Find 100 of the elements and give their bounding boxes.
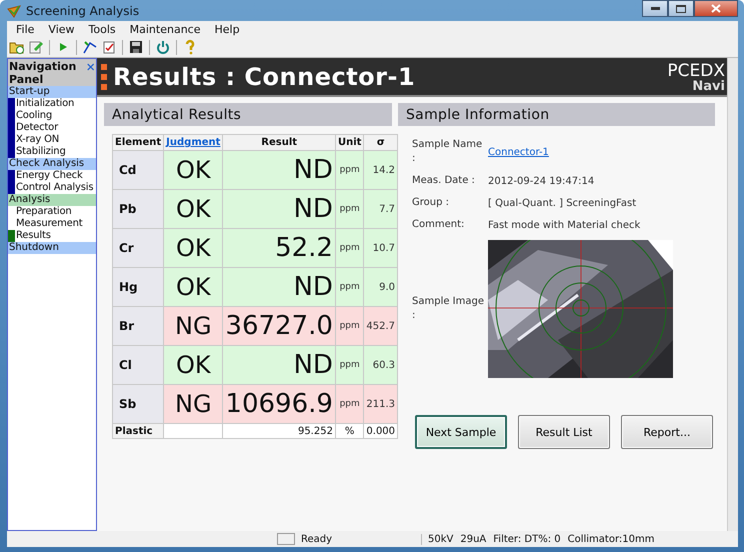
close-icon (711, 4, 721, 13)
nav-item[interactable]: Measurement (8, 218, 96, 230)
nav-item[interactable]: Initialization (8, 98, 96, 110)
table-cell: 452.7 (364, 306, 398, 346)
status-text: 50kV (428, 534, 454, 544)
close-button[interactable] (694, 0, 738, 17)
table-cell: 211.3 (364, 384, 398, 424)
table-cell: Pb (112, 190, 164, 228)
table-cell: 52.2 (222, 228, 336, 268)
nav-group[interactable]: Shutdown (8, 242, 96, 254)
menu-item[interactable]: Maintenance (122, 22, 208, 36)
save-icon[interactable] (128, 39, 144, 55)
status-text: Filter: DT%: 0 (493, 534, 561, 544)
table-cell: 10.7 (364, 228, 398, 268)
section-heading: Analytical Results (104, 103, 392, 126)
menu-item[interactable]: Tools (82, 22, 123, 36)
nav-item[interactable]: Control Analysis (8, 182, 96, 194)
table-cell: OK (164, 268, 223, 306)
edit-icon[interactable] (28, 39, 44, 55)
column-header: Element (112, 134, 164, 150)
table-cell: ND (222, 190, 336, 228)
table-cell: 0.000 (364, 424, 398, 438)
table-cell: % (335, 424, 364, 438)
graph-icon[interactable] (82, 39, 98, 55)
table-cell: 60.3 (364, 346, 398, 384)
table-cell: Cd (112, 150, 164, 190)
table-cell: Br (112, 306, 164, 346)
table-cell: OK (164, 150, 223, 190)
minimize-button[interactable] (642, 0, 668, 17)
menu-item[interactable]: Help (207, 22, 247, 36)
minimize-icon (650, 7, 660, 10)
table-cell: OK (164, 228, 223, 268)
table-cell: NG (164, 384, 223, 424)
table-cell: ppm (335, 384, 364, 424)
field-label: Comment: (412, 218, 466, 232)
table-cell: ppm (335, 190, 364, 228)
table-cell: 9.0 (364, 268, 398, 306)
field-value: 2012-09-24 19:47:14 (488, 176, 596, 186)
nav-item[interactable]: X-ray ON (8, 134, 96, 146)
nav-item[interactable]: Stabilizing (8, 146, 96, 158)
field-label: Meas. Date : (412, 174, 476, 188)
maximize-button[interactable] (668, 0, 694, 17)
table-cell: Sb (112, 384, 164, 424)
nav-group[interactable]: Analysis (8, 194, 96, 206)
table-cell: ppm (335, 346, 364, 384)
page-title: Results : Connector-1 (113, 62, 416, 90)
table-cell: ppm (335, 306, 364, 346)
table-cell: 10696.9 (222, 384, 336, 424)
status-message: Ready (298, 534, 422, 544)
close-icon[interactable] (86, 62, 94, 72)
field-value: [ Qual-Quant. ] ScreeningFast (488, 198, 638, 208)
nav-group[interactable]: Start-up (8, 86, 96, 98)
menu-item[interactable]: File (9, 22, 42, 36)
checklist-icon[interactable] (101, 39, 117, 55)
table-cell: Cr (112, 228, 164, 268)
app-icon (7, 4, 21, 18)
nav-item[interactable]: Detector (8, 122, 96, 134)
logo-text: PCEDX (667, 64, 725, 78)
action-button[interactable]: Result List (518, 415, 610, 449)
table-cell: Hg (112, 268, 164, 306)
logo-subtitle: Navi (692, 78, 725, 94)
table-cell: ND (222, 268, 336, 306)
section-heading: Sample Information (398, 103, 715, 126)
column-header: Result (222, 134, 336, 150)
power-icon[interactable] (155, 39, 171, 55)
maximize-icon (676, 4, 686, 12)
status-indicator (277, 533, 295, 545)
nav-item[interactable]: Energy Check (8, 170, 96, 182)
field-label: Sample Name : (412, 138, 484, 166)
column-header-link[interactable]: Judgment (164, 134, 223, 150)
nav-item[interactable]: Results (8, 230, 96, 242)
table-cell: 36727.0 (222, 306, 336, 346)
menu-item[interactable]: View (41, 22, 82, 36)
table-cell: Plastic (112, 424, 164, 438)
action-button[interactable]: Next Sample (415, 415, 507, 449)
action-button[interactable]: Report... (621, 415, 713, 449)
table-cell: 7.7 (364, 190, 398, 228)
nav-item[interactable]: Cooling (8, 110, 96, 122)
table-cell: Cl (112, 346, 164, 384)
column-header: σ (364, 134, 398, 150)
window-title: Screening Analysis (26, 4, 140, 18)
table-cell: 95.252 (222, 424, 336, 438)
field-label: Group : (412, 196, 450, 210)
table-cell: ppm (335, 228, 364, 268)
nav-group[interactable]: Check Analysis (8, 158, 96, 170)
table-cell: ppm (335, 150, 364, 190)
table-cell: NG (164, 306, 223, 346)
status-text: 29uA (460, 534, 486, 544)
sample-name-link[interactable]: Connector-1 (488, 146, 549, 158)
nav-item[interactable]: Preparation (8, 206, 96, 218)
field-value: Fast mode with Material check (488, 220, 642, 230)
table-cell: ND (222, 346, 336, 384)
field-label: Sample Image : (412, 295, 485, 323)
column-header: Unit (335, 134, 364, 150)
table-cell: 14.2 (364, 150, 398, 190)
status-text: Collimator:10mm (568, 534, 654, 544)
scrollbar[interactable] (727, 58, 738, 531)
table-cell: OK (164, 190, 223, 228)
table-cell: ND (222, 150, 336, 190)
table-cell: ppm (335, 268, 364, 306)
